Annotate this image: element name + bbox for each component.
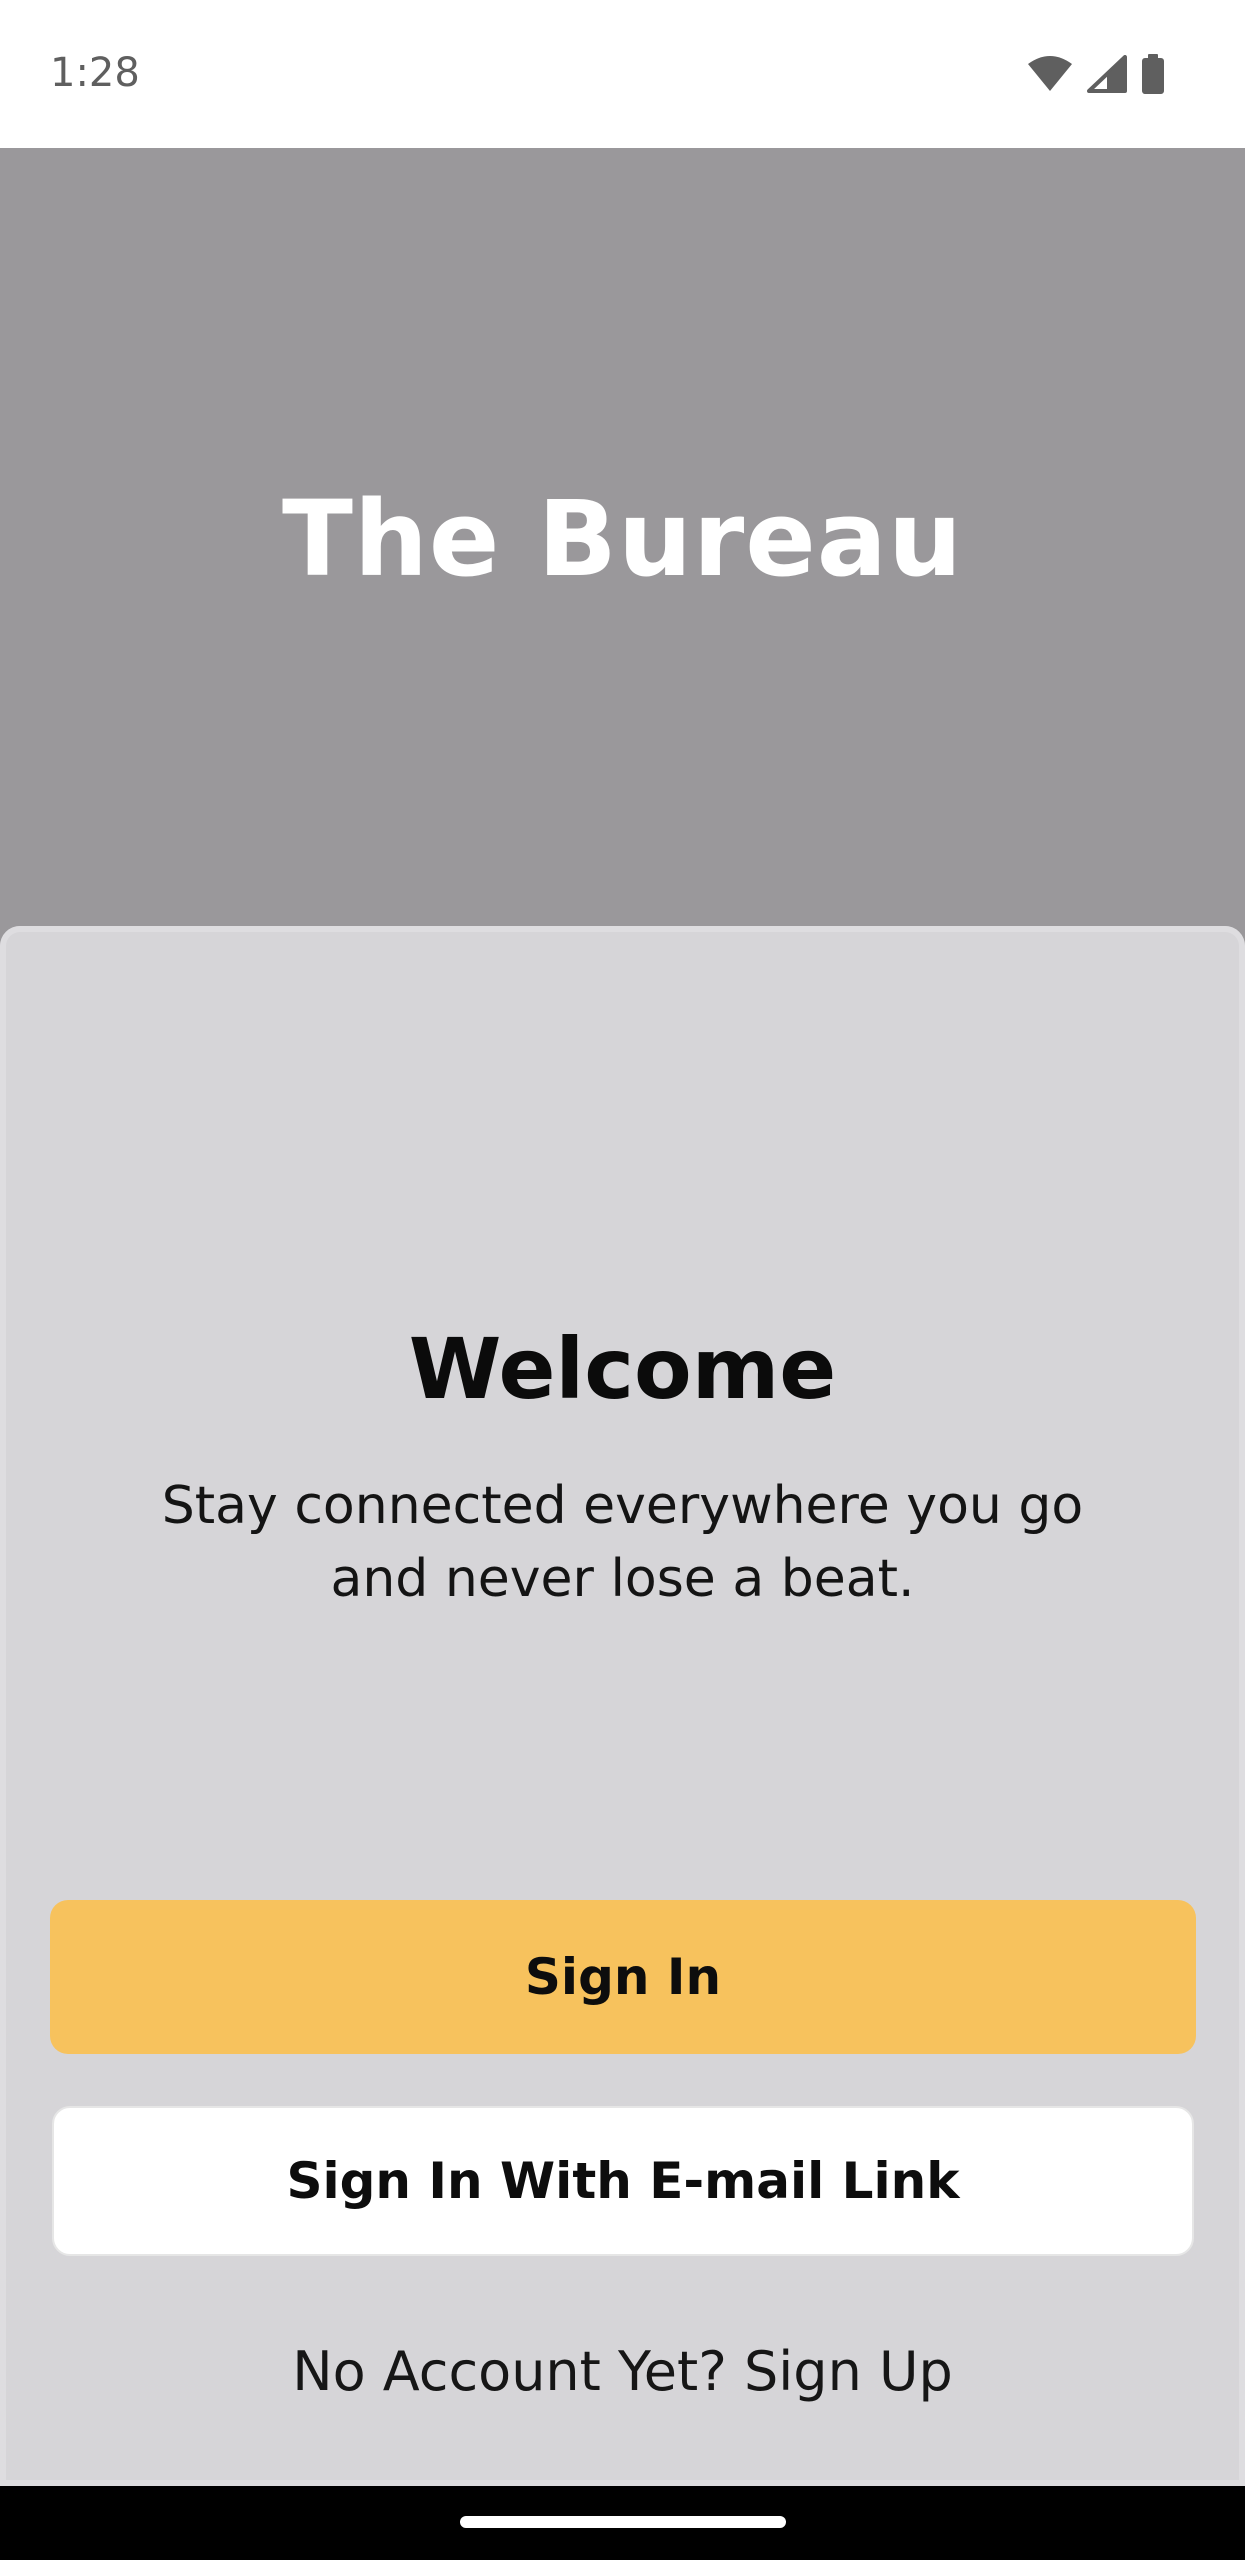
battery-icon xyxy=(1141,54,1165,94)
hero-banner: The Bureau xyxy=(0,148,1245,928)
navigation-bar xyxy=(0,2486,1245,2560)
app-title: The Bureau xyxy=(281,478,964,600)
status-time: 1:28 xyxy=(50,50,140,96)
wifi-icon xyxy=(1027,56,1073,92)
welcome-subtitle: Stay connected everywhere you go and nev… xyxy=(161,1476,1084,1609)
welcome-heading: Welcome xyxy=(408,1320,837,1418)
sign-up-link[interactable]: No Account Yet? Sign Up xyxy=(0,2340,1245,2403)
status-icons xyxy=(1027,52,1165,96)
sign-in-button[interactable]: Sign In xyxy=(50,1900,1196,2054)
sign-in-email-link-button[interactable]: Sign In With E-mail Link xyxy=(52,2106,1194,2256)
login-screen: 1:28 The Bureau Welcome Stay connected e… xyxy=(0,0,1245,2560)
welcome-sheet: Welcome Stay connected everywhere you go… xyxy=(0,926,1245,2486)
cellular-signal-icon xyxy=(1087,55,1127,93)
status-bar: 1:28 xyxy=(0,0,1245,148)
home-indicator[interactable] xyxy=(460,2516,786,2528)
